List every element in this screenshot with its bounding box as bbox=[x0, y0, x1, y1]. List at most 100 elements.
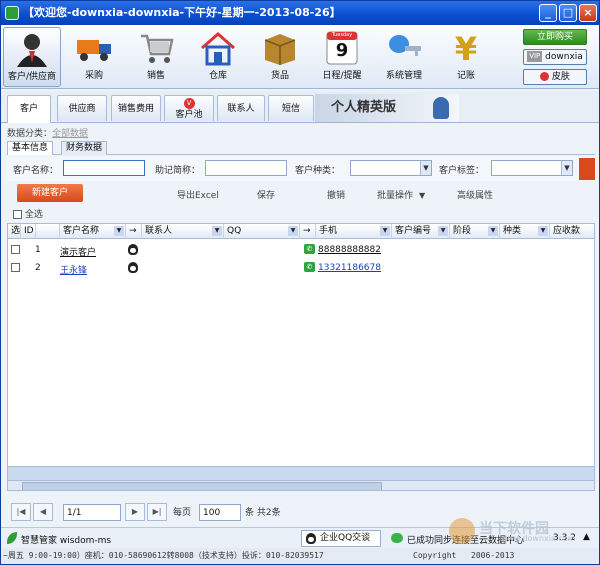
col-customer-code[interactable]: 客户编号 ▼ bbox=[392, 224, 450, 239]
qq-chat-button[interactable]: 企业QQ交谈 bbox=[301, 530, 381, 547]
window-title: 【欢迎您-downxia-downxia-下午好-星期一-2013-08-26】 bbox=[23, 6, 341, 19]
customer-name-link[interactable]: 演示客户 bbox=[60, 245, 96, 258]
select-all-checkbox[interactable] bbox=[13, 210, 22, 219]
qq-penguin-icon[interactable] bbox=[128, 244, 138, 255]
export-excel-button[interactable]: 导出Excel bbox=[177, 188, 219, 201]
contact-bar: ~周五 9:00-19:00）座机：010-58690612转8008（技术支持… bbox=[1, 548, 599, 564]
minimize-button[interactable]: _ bbox=[539, 4, 557, 22]
tab-supplier[interactable]: 供应商 bbox=[57, 95, 107, 121]
vip-badge: VIP bbox=[527, 51, 543, 62]
mobile-link[interactable]: 88888888882 bbox=[318, 245, 381, 255]
table-row[interactable]: 1 演示客户 ✆ 88888888882 bbox=[8, 241, 594, 259]
pool-icon: V bbox=[183, 98, 195, 109]
qq-penguin-icon bbox=[306, 533, 316, 544]
phone-call-icon[interactable]: ✆ bbox=[304, 262, 317, 273]
next-page-button[interactable]: ▶ bbox=[125, 503, 145, 521]
table-row[interactable]: 2 王永锋 ✆ 13321186678 bbox=[8, 259, 594, 277]
runner-icon bbox=[433, 97, 449, 119]
row-checkbox[interactable] bbox=[11, 245, 20, 255]
truck-icon bbox=[75, 30, 113, 66]
batch-operation-button[interactable]: 批量操作 ▼ bbox=[377, 188, 425, 201]
customer-type-select[interactable]: ▼ bbox=[350, 160, 432, 176]
tab-contacts[interactable]: 联系人 bbox=[217, 95, 265, 121]
toolbar-schedule[interactable]: Tuesday 9 日程/提醒 bbox=[313, 27, 371, 87]
customer-tag-select[interactable]: ▼ bbox=[491, 160, 573, 176]
per-page-select[interactable]: 100 bbox=[199, 504, 241, 521]
customer-name-input[interactable] bbox=[63, 160, 145, 176]
col-type[interactable]: 种类 ▼ bbox=[500, 224, 550, 239]
qq-penguin-icon[interactable] bbox=[128, 262, 138, 273]
chevron-down-icon[interactable]: ▼ bbox=[538, 226, 548, 236]
category-all-link[interactable]: 全部数据 bbox=[52, 129, 88, 139]
chevron-down-icon: ▼ bbox=[420, 161, 431, 175]
user-icon bbox=[13, 31, 51, 67]
save-button[interactable]: 保存 bbox=[257, 188, 275, 201]
page-select[interactable]: 1/1 bbox=[63, 504, 121, 521]
module-tabs: 客户 供应商 销售费用 V 客户池 联系人 短信 bbox=[1, 91, 599, 123]
title-bar: 【欢迎您-downxia-downxia-下午好-星期一-2013-08-26】… bbox=[1, 1, 599, 25]
col-receivable[interactable]: 应收款 bbox=[550, 224, 594, 239]
chevron-down-icon[interactable]: ▼ bbox=[114, 226, 124, 236]
col-qq[interactable]: QQ ▼ bbox=[224, 224, 300, 239]
tab-sms[interactable]: 短信 bbox=[268, 95, 314, 121]
tab-customer-pool[interactable]: V 客户池 bbox=[164, 95, 214, 121]
tab-customer[interactable]: 客户 bbox=[7, 95, 51, 123]
toolbar-sales[interactable]: 销售 bbox=[127, 27, 185, 87]
up-arrow-icon[interactable]: ▲ bbox=[583, 532, 590, 542]
mnemonic-input[interactable] bbox=[205, 160, 287, 176]
mobile-link[interactable]: 13321186678 bbox=[318, 263, 381, 273]
app-window: 【欢迎您-downxia-downxia-下午好-星期一-2013-08-26】… bbox=[0, 0, 600, 565]
brand-text: 智慧管家 wisdom-ms bbox=[21, 536, 112, 546]
phone-call-icon[interactable]: ✆ bbox=[304, 244, 317, 255]
chevron-down-icon: ▼ bbox=[561, 161, 572, 175]
user-account-button[interactable]: VIP downxia bbox=[523, 49, 587, 65]
cloud-check-icon bbox=[391, 533, 403, 543]
house-icon bbox=[199, 30, 237, 66]
first-page-button[interactable]: |◀ bbox=[11, 503, 31, 521]
prev-page-button[interactable]: ◀ bbox=[33, 503, 53, 521]
toolbar-purchase[interactable]: 采购 bbox=[65, 27, 123, 87]
skin-icon bbox=[540, 72, 550, 81]
scrollbar-thumb[interactable] bbox=[22, 482, 382, 490]
svg-text:¥: ¥ bbox=[455, 30, 477, 66]
row-checkbox[interactable] bbox=[11, 263, 20, 273]
chevron-down-icon[interactable]: ▼ bbox=[288, 226, 298, 236]
chevron-down-icon: ▼ bbox=[419, 191, 426, 200]
chevron-down-icon[interactable]: ▼ bbox=[212, 226, 222, 236]
select-all[interactable]: 全选 bbox=[13, 207, 43, 220]
subtab-basic-info[interactable]: 基本信息 bbox=[7, 141, 54, 155]
calendar-icon: Tuesday 9 bbox=[323, 30, 361, 66]
advanced-attributes-button[interactable]: 高级属性 bbox=[457, 188, 493, 201]
calendar-date: 9 bbox=[335, 40, 349, 61]
chevron-down-icon[interactable]: ▼ bbox=[380, 226, 390, 236]
maximize-button[interactable]: □ bbox=[559, 4, 577, 22]
skin-button[interactable]: 皮肤 bbox=[523, 69, 587, 85]
search-button[interactable] bbox=[579, 158, 595, 180]
watermark-logo bbox=[449, 518, 475, 544]
col-mobile[interactable]: 手机 ▼ bbox=[316, 224, 392, 239]
toolbar-system[interactable]: 系统管理 bbox=[375, 27, 433, 87]
col-select[interactable]: 选 bbox=[8, 224, 21, 239]
tab-sales-expense[interactable]: 销售费用 bbox=[111, 95, 161, 121]
chevron-down-icon[interactable]: ▼ bbox=[438, 226, 448, 236]
toolbar-goods[interactable]: 货品 bbox=[251, 27, 309, 87]
buy-now-button[interactable]: 立即购买 bbox=[523, 29, 587, 45]
summary-row bbox=[8, 466, 594, 480]
chevron-down-icon[interactable]: ▼ bbox=[488, 226, 498, 236]
undo-button[interactable]: 撤销 bbox=[327, 188, 345, 201]
col-customer-name[interactable]: 客户名称 ▼ bbox=[60, 224, 126, 239]
toolbar-accounting[interactable]: ¥ 记账 bbox=[437, 27, 495, 87]
customer-name-link[interactable]: 王永锋 bbox=[60, 263, 87, 276]
subtab-finance[interactable]: 财务数据 bbox=[61, 141, 108, 155]
last-page-button[interactable]: ▶| bbox=[147, 503, 167, 521]
toolbar-warehouse[interactable]: 仓库 bbox=[189, 27, 247, 87]
col-contact[interactable]: 联系人 ▼ bbox=[142, 224, 224, 239]
col-id[interactable]: ID bbox=[21, 224, 36, 239]
col-arrow-2: → bbox=[300, 224, 316, 239]
col-stage[interactable]: 阶段 ▼ bbox=[450, 224, 500, 239]
new-customer-button[interactable]: 新建客户 bbox=[17, 184, 83, 202]
horizontal-scrollbar[interactable] bbox=[8, 480, 594, 490]
yen-icon: ¥ bbox=[447, 30, 485, 68]
close-button[interactable]: × bbox=[579, 4, 597, 22]
toolbar-customer-supplier[interactable]: 客户/供应商 bbox=[3, 27, 61, 87]
